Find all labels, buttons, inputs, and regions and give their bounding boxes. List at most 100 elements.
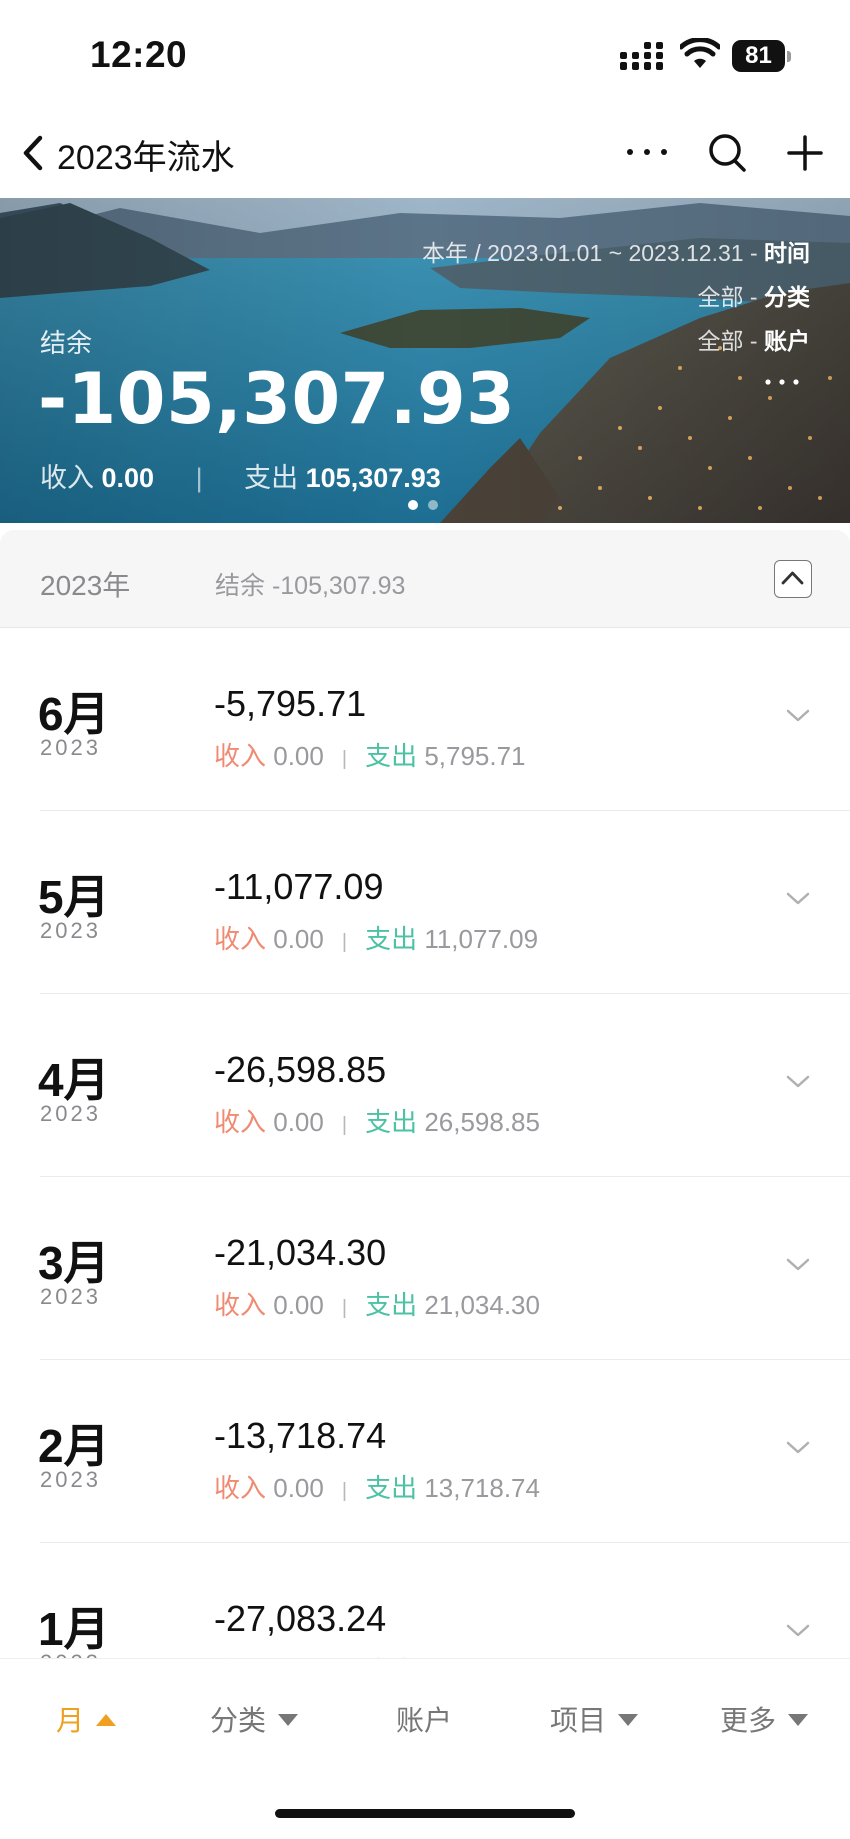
filter-time[interactable]: 本年 / 2023.01.01 ~ 2023.12.31 - 时间 xyxy=(422,234,810,268)
year-balance: 结余 -105,307.93 xyxy=(215,572,406,600)
banner-page-indicator xyxy=(408,500,448,512)
caret-down-icon xyxy=(278,1713,299,1726)
month-total: -5,795.71 xyxy=(214,683,367,724)
month-separator: | xyxy=(341,1114,348,1136)
tab-account-label: 账户 xyxy=(396,1705,453,1736)
month-expense-value: 13,718.74 xyxy=(424,1473,540,1503)
month-expense-value: 11,077.09 xyxy=(424,924,539,954)
month-expense-label: 支出 xyxy=(365,924,418,954)
month-expense-label: 支出 xyxy=(365,1107,418,1137)
banner-income-expense: 收入 0.00 | 支出 105,307.93 xyxy=(40,456,441,495)
year-label: 2023年 xyxy=(40,570,131,601)
month-separator: | xyxy=(341,931,348,953)
chevron-down-icon[interactable] xyxy=(784,1072,812,1090)
month-total: -27,083.24 xyxy=(214,1598,387,1639)
month-row[interactable]: 5月 2023 -11,077.09 收入 0.00 | 支出 11,077.09 xyxy=(0,811,850,994)
tab-category[interactable]: 分类 xyxy=(210,1699,299,1739)
tab-project-label: 项目 xyxy=(550,1705,607,1736)
battery-icon: 81 xyxy=(732,40,792,72)
filter-time-value: 本年 / 2023.01.01 ~ 2023.12.31 - xyxy=(421,240,764,266)
month-income-label: 收入 xyxy=(214,1290,267,1320)
caret-down-icon xyxy=(618,1713,639,1726)
month-detail: 收入 0.00 | 支出 21,034.30 xyxy=(214,1285,540,1322)
month-row[interactable]: 2月 2023 -13,718.74 收入 0.00 | 支出 13,718.74 xyxy=(0,1360,850,1543)
wifi-icon xyxy=(678,37,722,72)
add-icon[interactable] xyxy=(783,130,827,176)
tab-project[interactable]: 项目 xyxy=(550,1699,639,1739)
monthly-list: 2023年 结余 -105,307.93 6月 2023 -5,795.71 收入 0… xyxy=(0,530,850,1660)
month-total: -26,598.85 xyxy=(214,1049,387,1090)
chevron-down-icon[interactable] xyxy=(784,706,812,724)
month-row[interactable]: 6月 2023 -5,795.71 收入 0.00 | 支出 5,795.71 xyxy=(0,628,850,811)
income-label: 收入 xyxy=(40,463,94,493)
month-expense-label: 支出 xyxy=(365,1290,418,1320)
month-income-value: 0.00 xyxy=(273,924,324,954)
chevron-down-icon[interactable] xyxy=(784,1255,812,1273)
bottom-tab-bar: 月 分类 账户 项目 更多 xyxy=(0,1658,850,1839)
filter-category[interactable]: 全部 - 分类 xyxy=(698,278,810,312)
income-value: 0.00 xyxy=(101,463,155,493)
cellular-signal-icon xyxy=(620,42,664,72)
year-header[interactable]: 2023年 结余 -105,307.93 xyxy=(0,530,850,628)
month-year: 2023 xyxy=(40,918,101,943)
more-options-icon[interactable] xyxy=(622,132,672,172)
month-expense-label: 支出 xyxy=(365,741,418,771)
page-title: 2023年流水 xyxy=(57,139,235,177)
filter-category-value: 全部 - xyxy=(697,284,764,310)
tab-month[interactable]: 月 xyxy=(56,1699,117,1739)
chevron-down-icon[interactable] xyxy=(784,1621,812,1639)
month-detail: 收入 0.00 | 支出 11,077.09 xyxy=(214,919,538,956)
tab-month-label: 月 xyxy=(56,1705,85,1736)
month-separator: | xyxy=(341,1297,348,1319)
month-year: 2023 xyxy=(40,1467,101,1492)
filter-account-value: 全部 - xyxy=(697,328,764,354)
month-separator: | xyxy=(341,1480,348,1502)
nav-bar: 2023年流水 xyxy=(0,110,850,200)
month-year: 2023 xyxy=(40,1284,101,1309)
filter-account[interactable]: 全部 - 账户 xyxy=(698,322,810,356)
battery-level: 81 xyxy=(732,40,785,72)
tab-more[interactable]: 更多 xyxy=(720,1699,809,1739)
search-icon[interactable] xyxy=(706,130,748,176)
tab-more-label: 更多 xyxy=(720,1705,777,1736)
month-expense-value: 5,795.71 xyxy=(424,741,526,771)
month-income-label: 收入 xyxy=(214,1107,267,1137)
filter-time-label: 时间 xyxy=(764,240,810,266)
filter-account-label: 账户 xyxy=(764,328,810,354)
status-bar: 12:20 81 xyxy=(0,0,850,110)
tab-account[interactable]: 账户 xyxy=(396,1699,452,1739)
month-row[interactable]: 1月2023-27,083.24收入 0.00|支出 27,083.24 xyxy=(0,1543,850,1660)
home-indicator xyxy=(275,1809,575,1818)
month-total: -13,718.74 xyxy=(214,1415,387,1456)
battery-cap xyxy=(787,51,791,62)
chevron-down-icon[interactable] xyxy=(784,1438,812,1456)
chevron-down-icon[interactable] xyxy=(784,889,812,907)
month-detail: 收入 0.00 | 支出 5,795.71 xyxy=(214,736,526,773)
month-income-value: 0.00 xyxy=(273,1473,324,1503)
month-total: -11,077.09 xyxy=(214,866,384,907)
month-row[interactable]: 3月 2023 -21,034.30 收入 0.00 | 支出 21,034.30 xyxy=(0,1177,850,1360)
month-income-label: 收入 xyxy=(214,1473,267,1503)
month-row[interactable]: 4月 2023 -26,598.85 收入 0.00 | 支出 26,598.85 xyxy=(0,994,850,1177)
expense-label: 支出 xyxy=(244,463,299,493)
caret-up-icon xyxy=(96,1713,117,1726)
month-income-value: 0.00 xyxy=(273,1290,324,1320)
month-year: 2023 xyxy=(40,1101,101,1126)
summary-banner[interactable]: 本年 / 2023.01.01 ~ 2023.12.31 - 时间 全部 - 分… xyxy=(0,198,850,523)
app-root: 12:20 81 2023年流水 本年 / 2023.01.01 ~ 2023.… xyxy=(0,0,850,1839)
back-icon[interactable] xyxy=(14,128,54,178)
month-income-label: 收入 xyxy=(214,924,267,954)
tab-category-label: 分类 xyxy=(210,1705,267,1736)
month-income-value: 0.00 xyxy=(273,1107,324,1137)
month-detail: 收入 0.00 | 支出 26,598.85 xyxy=(214,1102,540,1139)
caret-down-icon xyxy=(788,1713,809,1726)
balance-value: -105,307.93 xyxy=(38,358,516,440)
month-expense-label: 支出 xyxy=(365,1473,418,1503)
page-dot-active xyxy=(408,500,418,510)
banner-more-icon[interactable] xyxy=(762,374,808,390)
balance-label: 结余 xyxy=(40,328,93,358)
month-income-value: 0.00 xyxy=(273,741,324,771)
banner-separator: | xyxy=(195,463,203,493)
month-separator: | xyxy=(341,748,348,770)
collapse-button[interactable] xyxy=(774,560,812,598)
